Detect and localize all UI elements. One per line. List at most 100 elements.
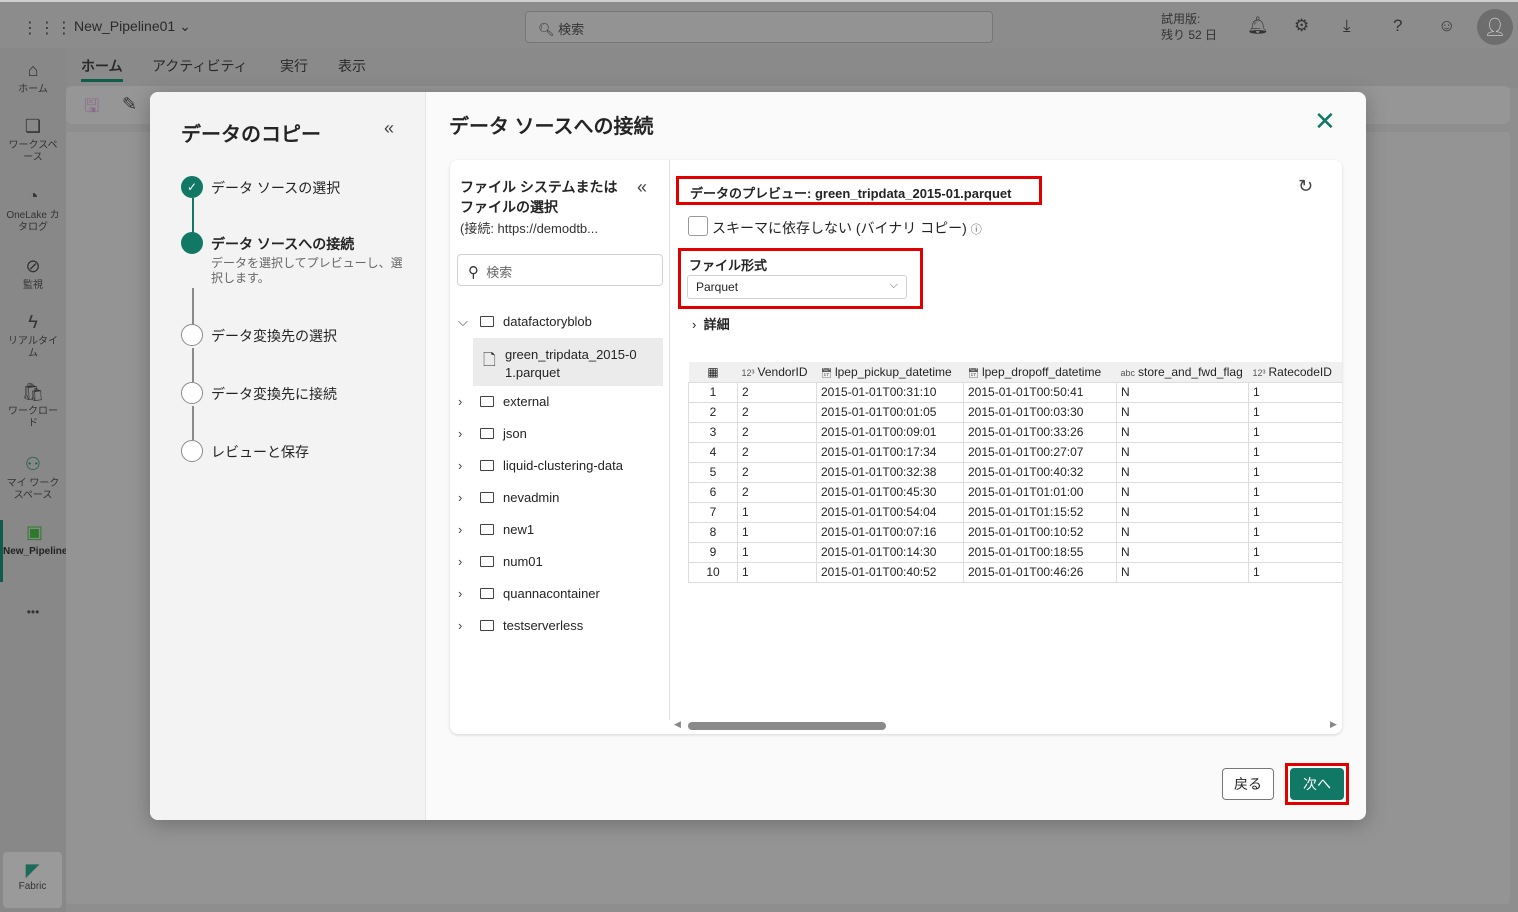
table-cell: 2015-01-01T00:09:01 <box>816 421 964 443</box>
nav-label: ワークロード <box>8 406 58 429</box>
folder-icon <box>480 396 494 407</box>
save-as-icon[interactable]: ✎ <box>122 94 137 115</box>
table-cell: 1 <box>1248 541 1342 563</box>
preview-title: データのプレビュー: green_tripdata_2015-01.parque… <box>676 176 1042 205</box>
step-label: データ変換先の選択 <box>211 328 337 344</box>
column-header[interactable]: 📅︎ lpep_dropoff_datetime <box>963 362 1117 383</box>
chevron-right-icon: › <box>458 618 463 633</box>
tree-folder[interactable]: › json <box>458 426 527 441</box>
table-cell: N <box>1116 541 1249 563</box>
fabric-logo-icon: ◤ <box>25 860 40 880</box>
table-cell: 1 <box>1248 381 1342 403</box>
info-icon[interactable]: ⓘ <box>971 224 982 236</box>
table-row: 9 1 2015-01-01T00:14:30 2015-01-01T00:18:55… <box>688 541 1342 563</box>
scroll-right-icon[interactable]: ▶ <box>1330 719 1337 730</box>
preview-table: ▦ 12³ VendorID 📅︎ lpep_pickup_datetime 📅︎ lpep… <box>688 362 1342 583</box>
current-step-icon <box>181 232 203 254</box>
column-header[interactable]: 📅︎ lpep_pickup_datetime <box>816 362 964 383</box>
nav-realtime[interactable]: ϟ リアルタイム <box>0 310 66 360</box>
collapse-steps-icon[interactable]: « <box>384 118 394 139</box>
tab-run[interactable]: 実行 <box>280 56 308 76</box>
nav-workspaces[interactable]: ❏ ワークスペース <box>0 114 66 164</box>
global-search[interactable]: 🔍︎ 検索 <box>525 11 993 43</box>
tree-folder[interactable]: › external <box>458 394 549 409</box>
tree-folder[interactable]: › nevadmin <box>458 490 559 505</box>
tab-view[interactable]: 表示 <box>338 56 366 76</box>
onelake-icon: ◔ <box>27 186 39 206</box>
pipeline-title[interactable]: New_Pipeline01 ⌄ <box>74 18 191 35</box>
row-index: 6 <box>688 481 738 503</box>
table-cell: N <box>1116 401 1249 423</box>
nav-my-workspace[interactable]: ⚇ マイ ワークスペース <box>0 452 66 502</box>
table-cell: 1 <box>737 521 817 543</box>
file-format-select[interactable]: Parquet ⌵ <box>687 275 907 299</box>
close-icon[interactable]: ✕ <box>1314 106 1336 137</box>
nav-workload[interactable]: 🛍︎ ワークロード <box>0 380 66 430</box>
folder-name: quannacontainer <box>503 586 600 601</box>
table-row: 7 1 2015-01-01T00:54:04 2015-01-01T01:15:52… <box>688 501 1342 523</box>
ribbon-tabs: ホーム アクティビティ 実行 表示 <box>66 48 1518 88</box>
avatar[interactable]: 👤︎ <box>1477 9 1513 45</box>
table-cell: 2015-01-01T00:33:26 <box>963 421 1117 443</box>
column-header[interactable]: abc store_and_fwd_flag <box>1116 362 1249 383</box>
more-icon[interactable]: ••• <box>0 606 66 618</box>
save-icon[interactable]: 🖫 <box>84 94 99 124</box>
back-button[interactable]: 戻る <box>1222 768 1274 800</box>
column-name: store_and_fwd_flag <box>1138 364 1243 379</box>
table-cell: 1 <box>737 501 817 523</box>
nav-monitor[interactable]: ⊘ 監視 <box>0 254 66 292</box>
table-cell: 2015-01-01T00:14:30 <box>816 541 964 563</box>
workspaces-icon: ❏ <box>24 116 42 136</box>
scroll-left-icon[interactable]: ◀ <box>674 719 681 730</box>
nav-pipeline[interactable]: ▣ New_Pipeline01 <box>0 520 79 582</box>
column-header[interactable]: 12³ VendorID <box>737 362 817 383</box>
table-cell: N <box>1116 561 1249 583</box>
tree-folder[interactable]: › quannacontainer <box>458 586 600 601</box>
tree-folder[interactable]: › testserverless <box>458 618 583 633</box>
nav-home[interactable]: ⌂ ホーム <box>0 58 66 96</box>
table-cell: 2 <box>737 461 817 483</box>
tree-folder[interactable]: › liquid-clustering-data <box>458 458 623 473</box>
table-cell: 2015-01-01T00:46:26 <box>963 561 1117 583</box>
scrollbar-thumb[interactable] <box>688 722 886 730</box>
feedback-icon[interactable]: ☺ <box>1438 16 1455 36</box>
download-icon[interactable]: ⤓ <box>1343 16 1351 36</box>
nav-onelake[interactable]: ◔ OneLake カタログ <box>0 184 66 234</box>
table-row: 10 1 2015-01-01T00:40:52 2015-01-01T00:46:2… <box>688 561 1342 583</box>
copy-data-dialog: データのコピー « ✓ データ ソースの選択 データ ソースへの接続 データを選択… <box>150 92 1366 820</box>
row-index: 4 <box>688 441 738 463</box>
fabric-switcher[interactable]: ◤ Fabric <box>3 852 62 908</box>
collapse-files-icon[interactable]: « <box>637 177 647 198</box>
search-placeholder: 検索 <box>486 265 513 280</box>
help-icon[interactable]: ? <box>1393 16 1402 36</box>
tree-folder-root[interactable]: ⌵ datafactoryblob <box>458 314 592 330</box>
chevron-right-icon: › <box>458 554 463 569</box>
tree-folder[interactable]: › num01 <box>458 554 543 569</box>
next-button[interactable]: 次へ <box>1290 768 1344 800</box>
bell-icon[interactable]: 🔔︎ <box>1247 16 1269 36</box>
table-cell: N <box>1116 441 1249 463</box>
binary-copy-checkbox[interactable] <box>688 216 708 236</box>
table-icon: ▦ <box>688 362 738 383</box>
step-label: レビューと保存 <box>211 444 309 460</box>
file-search-input[interactable]: ⚲ 検索 <box>457 254 663 286</box>
realtime-icon: ϟ <box>28 312 38 332</box>
refresh-icon[interactable]: ↻ <box>1298 176 1313 197</box>
column-header[interactable]: 12³ RatecodeID <box>1248 362 1342 383</box>
details-expander[interactable]: › 詳細 <box>692 314 730 333</box>
file-icon: 🗋 <box>483 352 496 369</box>
gear-icon[interactable]: ⚙ <box>1294 16 1309 36</box>
connection-url: (接続: https://demodtb... <box>460 221 598 236</box>
nav-label: 監視 <box>23 280 43 291</box>
chevron-right-icon: › <box>458 586 463 601</box>
tree-folder[interactable]: › new1 <box>458 522 534 537</box>
horizontal-scrollbar[interactable]: ◀ ▶ <box>674 719 1338 730</box>
app-launcher-icon[interactable]: ⋮⋮⋮ <box>22 18 73 38</box>
table-cell: N <box>1116 521 1249 543</box>
tree-file-selected[interactable]: 🗋 green_tripdata_2015-01.parquet <box>473 338 663 386</box>
tab-home[interactable]: ホーム <box>81 56 123 82</box>
home-icon: ⌂ <box>27 60 39 80</box>
tab-activities[interactable]: アクティビティ <box>152 56 248 76</box>
table-row: 1 2 2015-01-01T00:31:10 2015-01-01T00:50:41… <box>688 381 1342 403</box>
folder-name: testserverless <box>503 618 584 633</box>
